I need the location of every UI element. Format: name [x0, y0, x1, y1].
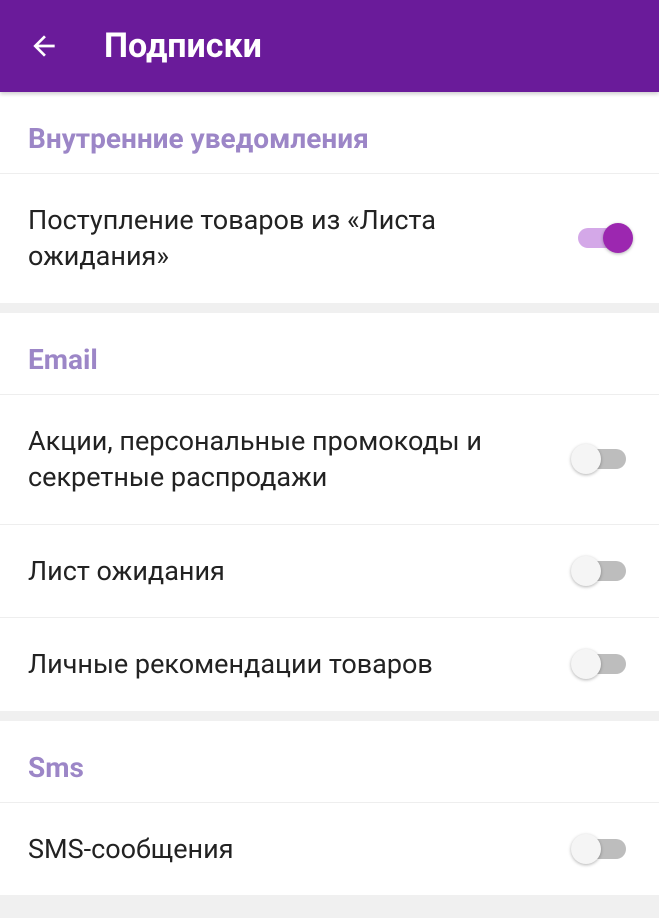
toggle-thumb: [571, 444, 601, 474]
setting-recommendations: Личные рекомендации товаров: [0, 617, 659, 710]
toggle-promos[interactable]: [573, 447, 631, 471]
back-button[interactable]: [24, 26, 64, 66]
setting-label: Поступление товаров из «Листа ожидания»: [28, 202, 573, 275]
setting-label: Лист ожидания: [28, 553, 573, 589]
toggle-waitlist-email[interactable]: [573, 559, 631, 583]
setting-label: Акции, персональные промокоды и секретны…: [28, 423, 573, 496]
setting-waitlist-arrival: Поступление товаров из «Листа ожидания»: [0, 173, 659, 303]
setting-promos: Акции, персональные промокоды и секретны…: [0, 394, 659, 524]
toggle-thumb: [571, 649, 601, 679]
setting-sms-messages: SMS-сообщения: [0, 802, 659, 895]
arrow-left-icon: [28, 30, 60, 62]
page-title: Подписки: [104, 26, 262, 66]
section-header-email: Email: [0, 313, 659, 394]
section-sms: Sms SMS-сообщения: [0, 721, 659, 895]
setting-waitlist-email: Лист ожидания: [0, 524, 659, 617]
section-internal: Внутренние уведомления Поступление товар…: [0, 92, 659, 303]
setting-label: SMS-сообщения: [28, 831, 573, 867]
toggle-thumb: [571, 834, 601, 864]
toggle-thumb: [571, 556, 601, 586]
section-email: Email Акции, персональные промокоды и се…: [0, 313, 659, 711]
section-header-internal: Внутренние уведомления: [0, 92, 659, 173]
setting-label: Личные рекомендации товаров: [28, 646, 573, 682]
toggle-waitlist-arrival[interactable]: [573, 226, 631, 250]
toggle-sms-messages[interactable]: [573, 837, 631, 861]
section-header-sms: Sms: [0, 721, 659, 802]
toggle-thumb: [603, 223, 633, 253]
toggle-recommendations[interactable]: [573, 652, 631, 676]
app-header: Подписки: [0, 0, 659, 92]
